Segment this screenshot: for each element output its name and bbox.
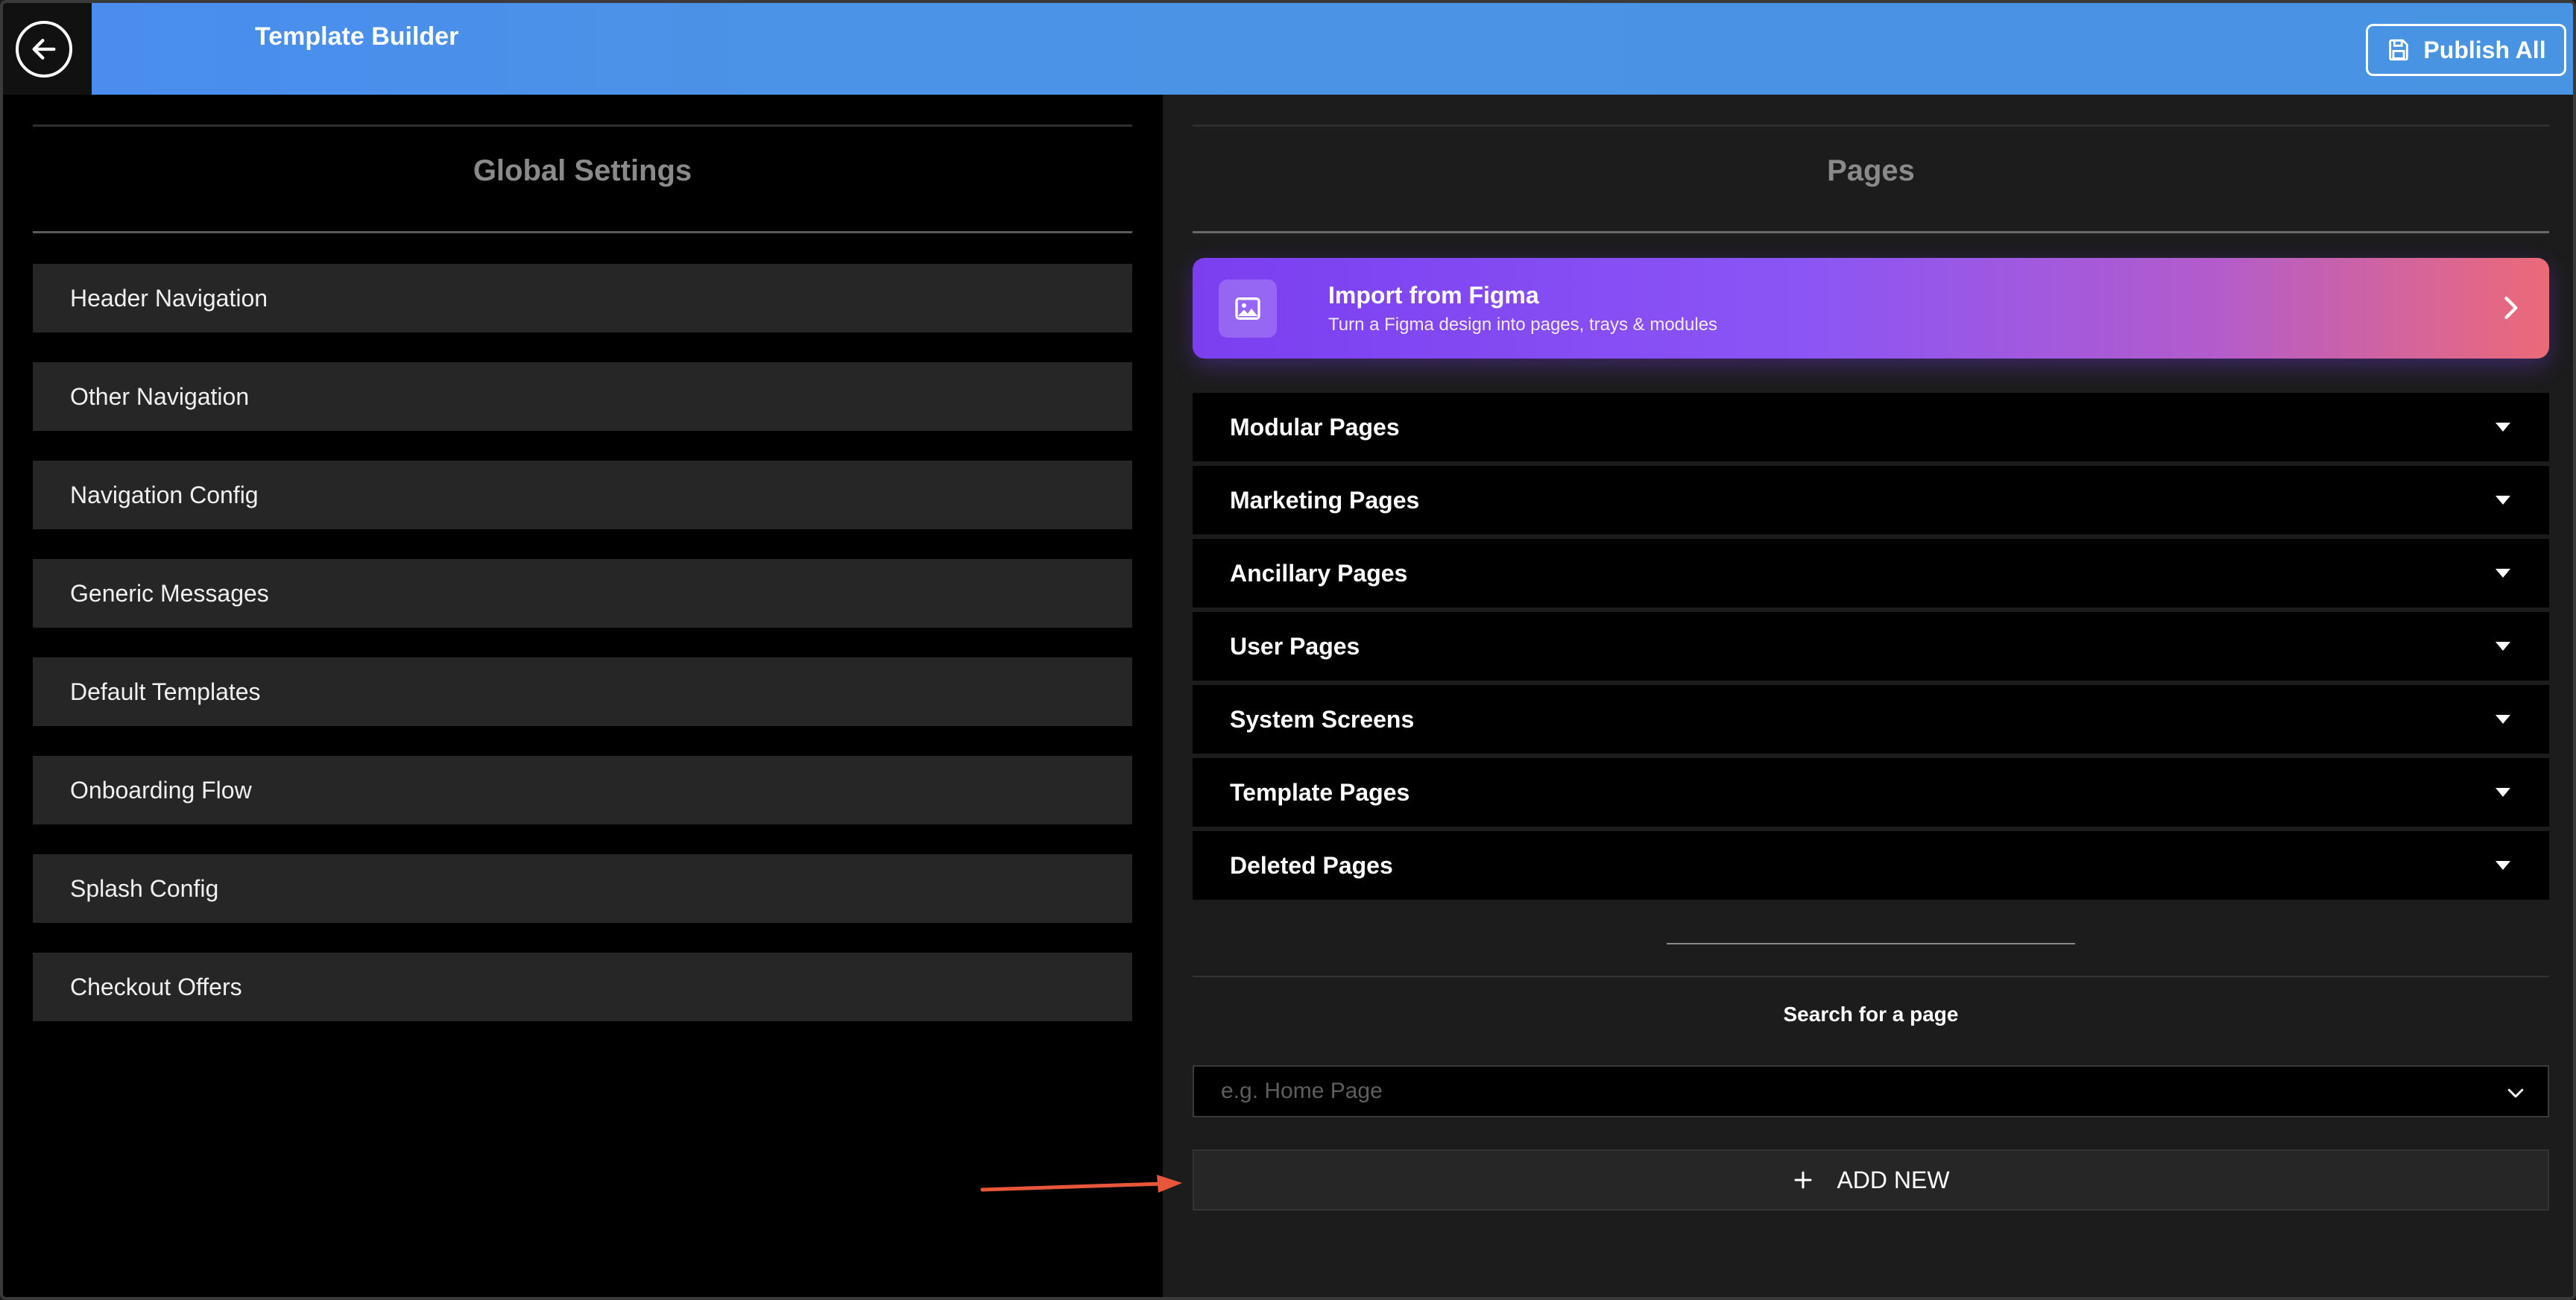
section-label: Template Pages bbox=[1230, 778, 1410, 806]
section-deleted-pages[interactable]: Deleted Pages bbox=[1193, 831, 2549, 900]
add-new-button[interactable]: ADD NEW bbox=[1193, 1149, 2549, 1211]
caret-down-icon bbox=[2496, 715, 2510, 724]
settings-item-other-navigation[interactable]: Other Navigation bbox=[33, 362, 1132, 431]
settings-item-onboarding-flow[interactable]: Onboarding Flow bbox=[33, 756, 1132, 824]
top-bar: Template Builder Publish All bbox=[3, 3, 2573, 95]
section-template-pages[interactable]: Template Pages bbox=[1193, 758, 2549, 827]
publish-all-label: Publish All bbox=[2423, 36, 2546, 63]
plus-icon bbox=[1794, 1171, 1812, 1189]
settings-item-label: Splash Config bbox=[70, 874, 219, 902]
section-label: Deleted Pages bbox=[1230, 851, 1393, 879]
settings-item-label: Default Templates bbox=[70, 678, 261, 705]
settings-item-label: Checkout Offers bbox=[70, 973, 242, 1000]
arrow-left-icon bbox=[32, 39, 56, 60]
caret-down-icon bbox=[2496, 496, 2510, 505]
divider bbox=[1193, 124, 2549, 127]
settings-item-label: Other Navigation bbox=[70, 382, 250, 410]
caret-down-icon bbox=[2496, 788, 2510, 797]
add-new-label: ADD NEW bbox=[1837, 1166, 1950, 1193]
global-settings-panel: Global Settings Header Navigation Other … bbox=[3, 95, 1163, 1297]
divider bbox=[1193, 976, 2549, 977]
pages-title: Pages bbox=[1827, 154, 1915, 187]
figma-banner-subtitle: Turn a Figma design into pages, trays & … bbox=[1328, 315, 1718, 335]
page-search-input[interactable] bbox=[1219, 1078, 2452, 1105]
back-button[interactable] bbox=[16, 21, 72, 78]
import-from-figma-banner[interactable]: Import from Figma Turn a Figma design in… bbox=[1193, 258, 2549, 359]
section-label: Ancillary Pages bbox=[1230, 559, 1408, 587]
chevron-right-icon bbox=[2504, 296, 2518, 320]
settings-item-label: Generic Messages bbox=[70, 579, 269, 607]
settings-item-navigation-config[interactable]: Navigation Config bbox=[33, 461, 1132, 529]
section-ancillary-pages[interactable]: Ancillary Pages bbox=[1193, 539, 2549, 608]
settings-item-checkout-offers[interactable]: Checkout Offers bbox=[33, 953, 1132, 1021]
caret-down-icon bbox=[2496, 861, 2510, 870]
back-button-container bbox=[3, 3, 92, 95]
settings-item-label: Onboarding Flow bbox=[70, 776, 252, 804]
annotation-arrow-icon bbox=[980, 1175, 1182, 1193]
divider bbox=[33, 124, 1132, 127]
section-label: System Screens bbox=[1230, 705, 1415, 733]
publish-all-button[interactable]: Publish All bbox=[2366, 24, 2566, 76]
search-label: Search for a page bbox=[1783, 1003, 1959, 1026]
section-user-pages[interactable]: User Pages bbox=[1193, 612, 2549, 681]
page-search-select[interactable] bbox=[1193, 1065, 2549, 1117]
settings-item-splash-config[interactable]: Splash Config bbox=[33, 854, 1132, 923]
short-divider bbox=[1667, 943, 2075, 944]
divider bbox=[33, 231, 1132, 233]
global-settings-title: Global Settings bbox=[473, 154, 692, 187]
section-label: User Pages bbox=[1230, 632, 1360, 660]
caret-down-icon bbox=[2496, 423, 2510, 432]
settings-item-label: Header Navigation bbox=[70, 284, 268, 312]
section-label: Marketing Pages bbox=[1230, 486, 1420, 514]
section-marketing-pages[interactable]: Marketing Pages bbox=[1193, 466, 2549, 534]
settings-item-generic-messages[interactable]: Generic Messages bbox=[33, 559, 1132, 628]
caret-down-icon bbox=[2496, 642, 2510, 651]
settings-item-default-templates[interactable]: Default Templates bbox=[33, 657, 1132, 726]
pages-panel: Pages Import from Figma Turn a Figma des… bbox=[1163, 95, 2573, 1297]
chevron-down-icon[interactable] bbox=[2504, 1082, 2527, 1104]
figma-banner-title: Import from Figma bbox=[1328, 282, 1539, 309]
floppy-disk-icon bbox=[2389, 39, 2409, 61]
app-window: Template Builder Publish All Global Sett… bbox=[0, 0, 2576, 1300]
settings-item-label: Navigation Config bbox=[70, 481, 259, 508]
settings-item-header-navigation[interactable]: Header Navigation bbox=[33, 264, 1132, 332]
section-system-screens[interactable]: System Screens bbox=[1193, 685, 2549, 754]
page-title: Template Builder bbox=[255, 22, 459, 51]
section-label: Modular Pages bbox=[1230, 413, 1400, 441]
caret-down-icon bbox=[2496, 569, 2510, 578]
image-icon bbox=[1235, 297, 1260, 320]
divider bbox=[1193, 231, 2549, 233]
figma-icon-container bbox=[1219, 280, 1277, 338]
section-modular-pages[interactable]: Modular Pages bbox=[1193, 393, 2549, 461]
